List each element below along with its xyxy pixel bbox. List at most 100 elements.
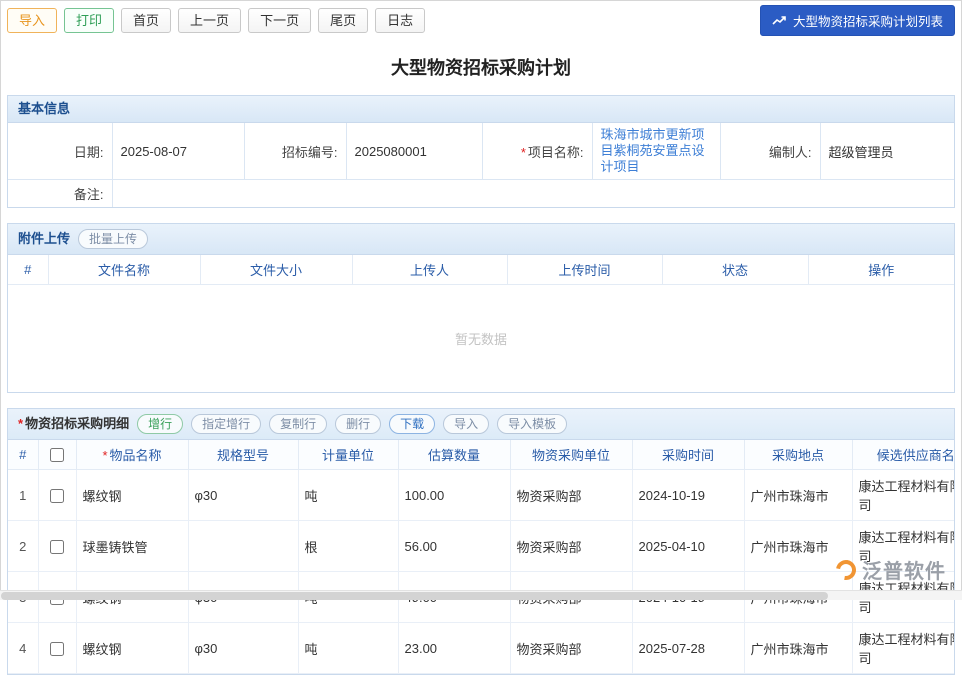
qty-cell[interactable]: 56.00 [398,521,510,572]
plan-list-button-label: 大型物资招标采购计划列表 [793,11,943,30]
top-toolbar: 导入 打印 首页 上一页 下一页 尾页 日志 大型物资招标采购计划列表 [0,0,962,41]
item-name-cell[interactable]: 螺纹钢 [76,470,188,521]
basic-info-header: 基本信息 [8,96,954,123]
horizontal-scrollbar[interactable] [0,590,962,600]
spec-cell[interactable]: φ30 [188,470,298,521]
bid-no-label: 招标编号: [244,123,346,180]
attachments-table: # 文件名称 文件大小 上传人 上传时间 状态 操作 [8,255,954,285]
row-select-checkbox[interactable] [50,642,64,656]
details-required-mark: * [18,416,23,431]
col-select-all [38,440,76,470]
col-status: 状态 [662,255,808,285]
dept-cell[interactable]: 物资采购部 [510,623,632,674]
details-table: # *物品名称 规格型号 计量单位 估算数量 物资采购单位 采购时间 采购地点 … [8,440,954,674]
col-detail-index: # [8,440,38,470]
next-page-button[interactable]: 下一页 [248,8,311,33]
attachments-header-row: # 文件名称 文件大小 上传人 上传时间 状态 操作 [8,255,954,285]
row-select-checkbox[interactable] [50,489,64,503]
unit-cell[interactable]: 吨 [298,623,398,674]
row-select-cell [38,623,76,674]
details-header: *物资招标采购明细 增行 指定增行 复制行 删行 下载 导入 导入模板 [8,409,954,440]
print-button[interactable]: 打印 [64,8,114,33]
scrollbar-thumb[interactable] [1,592,828,600]
details-header-row: # *物品名称 规格型号 计量单位 估算数量 物资采购单位 采购时间 采购地点 … [8,440,954,470]
row-select-checkbox[interactable] [50,540,64,554]
date-field[interactable]: 2025-08-07 [112,123,244,180]
col-supplier: 候选供应商名称 [852,440,954,470]
col-time: 采购时间 [632,440,744,470]
download-button[interactable]: 下载 [389,414,435,434]
batch-upload-button[interactable]: 批量上传 [78,229,148,249]
item-name-cell[interactable]: 球墨铸铁管 [76,521,188,572]
attachments-title: 附件上传 [18,231,70,247]
compiler-label: 编制人: [720,123,820,180]
time-cell[interactable]: 2024-10-19 [632,470,744,521]
dept-cell[interactable]: 物资采购部 [510,521,632,572]
qty-cell[interactable]: 100.00 [398,470,510,521]
qty-cell[interactable]: 23.00 [398,623,510,674]
import-template-button[interactable]: 导入模板 [497,414,567,434]
last-page-button[interactable]: 尾页 [318,8,368,33]
page: { "toolbar": { "import_label": "导入", "pr… [0,0,962,600]
unit-cell[interactable]: 吨 [298,470,398,521]
unit-cell[interactable]: 根 [298,521,398,572]
trend-line-icon [772,15,787,26]
remark-field[interactable] [112,180,954,208]
basic-info-title: 基本信息 [18,101,70,117]
col-file-size: 文件大小 [200,255,352,285]
row-index: 2 [8,521,38,572]
place-cell[interactable]: 广州市珠海市 [744,521,852,572]
attachments-section: 附件上传 批量上传 # 文件名称 文件大小 上传人 上传时间 状态 操作 暂无数… [7,223,955,393]
project-required-mark: * [521,145,526,160]
basic-info-form: 日期: 2025-08-07 招标编号: 2025080001 *项目名称: 珠… [8,123,954,207]
col-attach-index: # [8,255,48,285]
supplier-cell[interactable]: 康达工程材料有限公司 [852,623,954,674]
first-page-button[interactable]: 首页 [121,8,171,33]
detail-import-button[interactable]: 导入 [443,414,489,434]
project-field: 珠海市城市更新项目紫桐苑安置点设计项目 [592,123,720,180]
project-link[interactable]: 珠海市城市更新项目紫桐苑安置点设计项目 [601,127,712,175]
page-title: 大型物资招标采购计划 [0,54,962,80]
row-select-cell [38,470,76,521]
place-cell[interactable]: 广州市珠海市 [744,470,852,521]
spec-cell[interactable] [188,521,298,572]
bid-no-field[interactable]: 2025080001 [346,123,482,180]
details-title: *物资招标采购明细 [18,416,129,432]
time-cell[interactable]: 2025-07-28 [632,623,744,674]
col-unit: 计量单位 [298,440,398,470]
attachments-header: 附件上传 批量上传 [8,224,954,255]
table-row: 2 球墨铸铁管 根 56.00 物资采购部 2025-04-10 广州市珠海市 … [8,521,954,572]
item-name-cell[interactable]: 螺纹钢 [76,623,188,674]
supplier-cell[interactable]: 康达工程材料有限公司 [852,470,954,521]
remark-label: 备注: [8,180,112,208]
add-row-button[interactable]: 增行 [137,414,183,434]
time-cell[interactable]: 2025-04-10 [632,521,744,572]
table-row: 1 螺纹钢 φ30 吨 100.00 物资采购部 2024-10-19 广州市珠… [8,470,954,521]
row-index: 4 [8,623,38,674]
row-select-cell [38,521,76,572]
prev-page-button[interactable]: 上一页 [178,8,241,33]
project-label: *项目名称: [482,123,592,180]
compiler-field: 超级管理员 [820,123,954,180]
spec-cell[interactable]: φ30 [188,623,298,674]
col-qty: 估算数量 [398,440,510,470]
col-operation: 操作 [808,255,954,285]
table-row: 4 螺纹钢 φ30 吨 23.00 物资采购部 2025-07-28 广州市珠海… [8,623,954,674]
import-button[interactable]: 导入 [7,8,57,33]
select-all-checkbox[interactable] [50,448,64,462]
plan-list-button[interactable]: 大型物资招标采购计划列表 [760,5,955,36]
insert-row-button[interactable]: 指定增行 [191,414,261,434]
col-place: 采购地点 [744,440,852,470]
col-upload-time: 上传时间 [507,255,662,285]
dept-cell[interactable]: 物资采购部 [510,470,632,521]
place-cell[interactable]: 广州市珠海市 [744,623,852,674]
col-spec: 规格型号 [188,440,298,470]
copy-row-button[interactable]: 复制行 [269,414,327,434]
log-button[interactable]: 日志 [375,8,425,33]
col-uploader: 上传人 [352,255,507,285]
details-table-wrap: # *物品名称 规格型号 计量单位 估算数量 物资采购单位 采购时间 采购地点 … [8,440,954,674]
delete-row-button[interactable]: 删行 [335,414,381,434]
supplier-cell[interactable]: 康达工程材料有限公司 [852,521,954,572]
row-index: 1 [8,470,38,521]
attachments-empty-state: 暂无数据 [8,285,954,392]
